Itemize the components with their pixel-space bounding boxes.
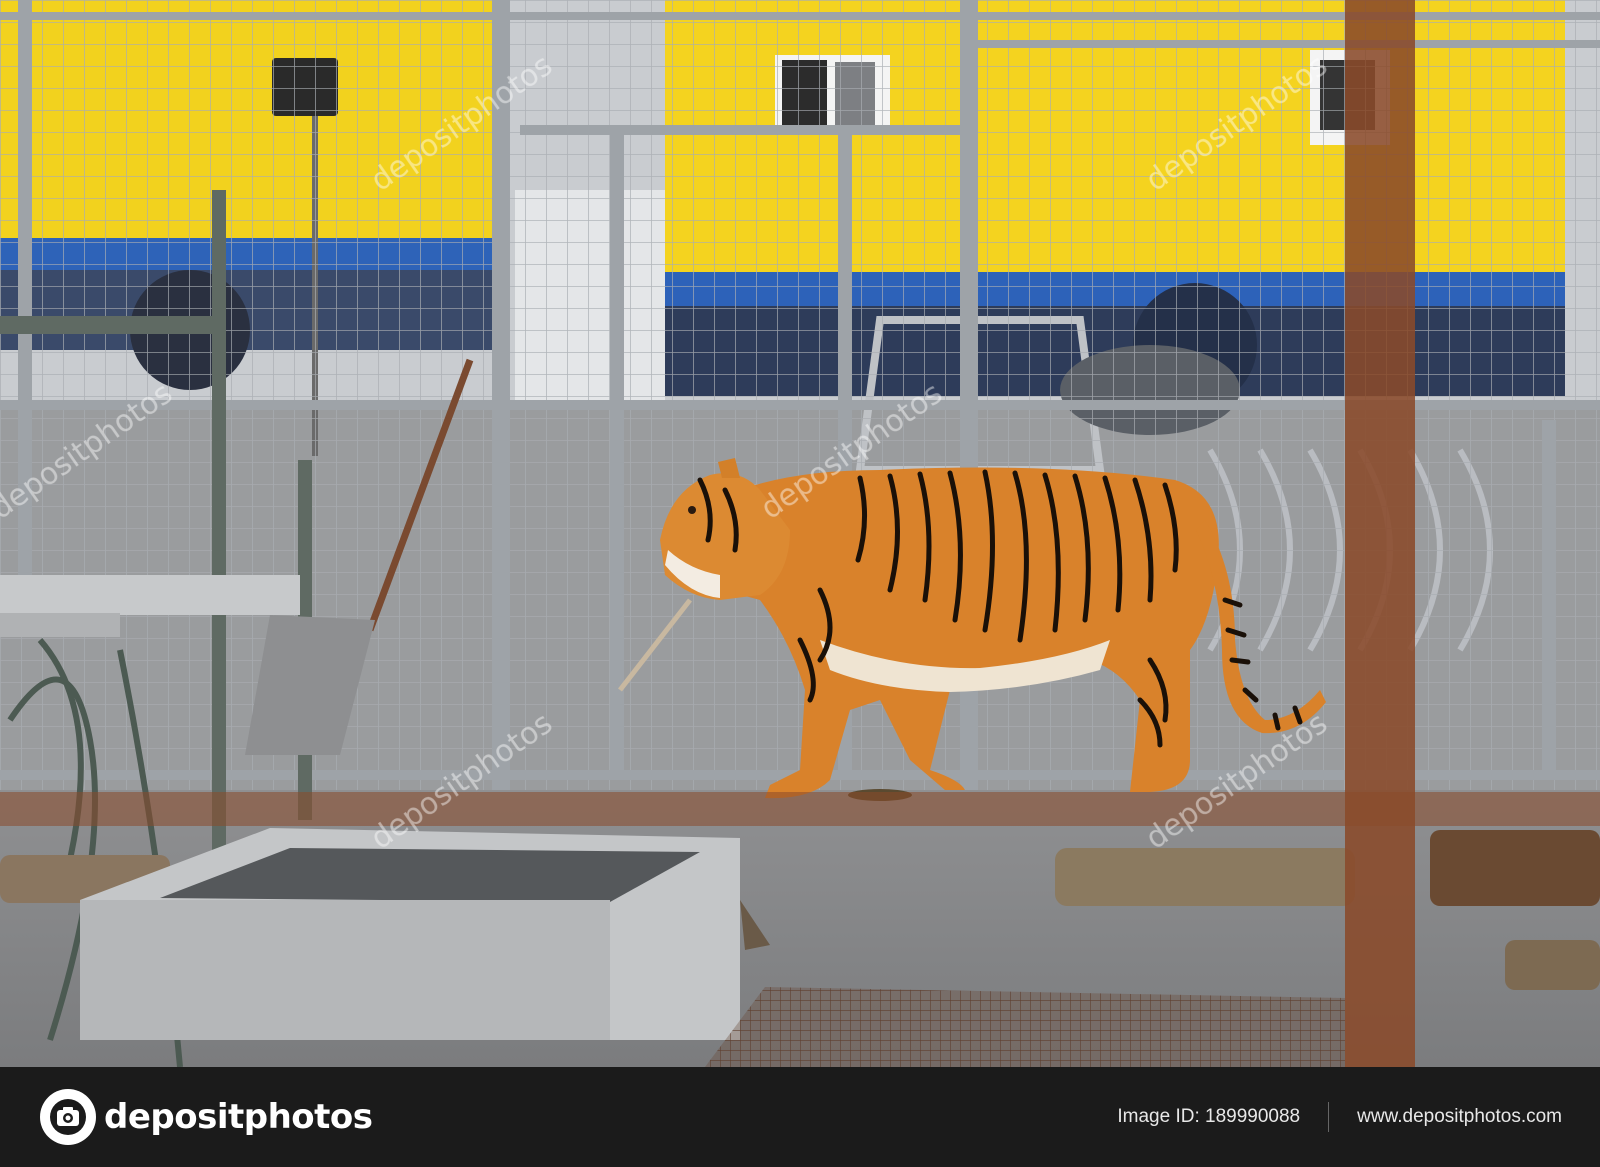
tiger-enclosure-scene: depositphotos depositphotos depositphoto…	[0, 0, 1600, 1067]
logo-text: depositphotos	[104, 1097, 373, 1137]
stock-footer: depositphotos Image ID: 189990088 www.de…	[0, 1067, 1600, 1167]
depositphotos-logo[interactable]: depositphotos	[40, 1089, 373, 1145]
image-id: Image ID: 189990088	[1117, 1106, 1301, 1127]
site-link[interactable]: www.depositphotos.com	[1357, 1106, 1562, 1128]
stock-photo: depositphotos depositphotos depositphoto…	[0, 0, 1600, 1067]
meta-divider	[1328, 1102, 1330, 1132]
image-meta: Image ID: 189990088 www.depositphotos.co…	[1117, 1102, 1562, 1132]
camera-icon	[40, 1089, 96, 1145]
